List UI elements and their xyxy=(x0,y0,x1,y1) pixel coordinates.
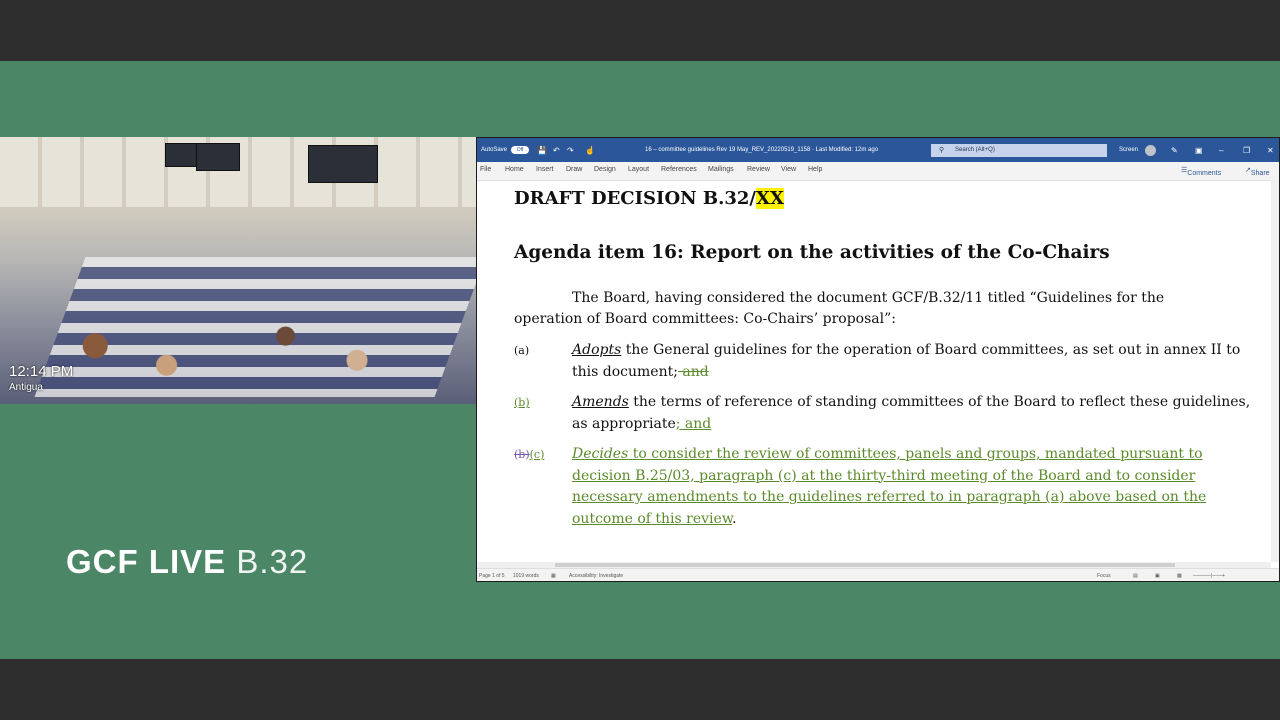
comments-label: Comments xyxy=(1187,170,1222,177)
letterbox-bottom xyxy=(0,659,1280,720)
search-box[interactable]: ⚲ Search (Alt+Q) xyxy=(931,144,1107,157)
item-c-number-deleted: (b) xyxy=(514,448,530,461)
monitor-screen xyxy=(165,143,197,167)
monitor-screen xyxy=(308,145,378,183)
camera-time: 12:14 PM xyxy=(9,363,74,380)
item-a-text: Adopts the General guidelines for the op… xyxy=(572,340,1252,383)
item-a-number: (a) xyxy=(514,344,530,357)
document-title[interactable]: 16 – committee guidelines Rev 19 May_REV… xyxy=(645,147,878,153)
camera-location: Antigua xyxy=(9,382,43,393)
draft-decision-heading: DRAFT DECISION B.32/XX xyxy=(514,188,784,209)
tab-help[interactable]: Help xyxy=(808,166,822,173)
document-body[interactable]: DRAFT DECISION B.32/XX Agenda item 16: R… xyxy=(477,180,1271,560)
tab-home[interactable]: Home xyxy=(505,166,524,173)
share-label: Share xyxy=(1250,170,1270,177)
item-b-body: the terms of reference of standing commi… xyxy=(572,394,1251,432)
title-bar: AutoSave Off 💾 ↶ ↷ ☝ 16 – committee guid… xyxy=(477,138,1279,162)
horizontal-scroll-thumb[interactable] xyxy=(555,563,1175,567)
autosave-label: AutoSave xyxy=(481,147,508,153)
tab-view[interactable]: View xyxy=(781,166,796,173)
item-a-body: the General guidelines for the operation… xyxy=(572,342,1241,380)
item-c-number-inserted: (c) xyxy=(529,448,545,461)
tab-design[interactable]: Design xyxy=(594,166,616,173)
page-count[interactable]: Page 1 of 5 xyxy=(479,573,505,579)
letterbox-top xyxy=(0,0,1280,61)
item-b-verb: Amends xyxy=(572,394,629,410)
ribbon-tabs: File Home Insert Draw Design Layout Refe… xyxy=(477,162,1279,181)
zoom-slider[interactable]: –———|——+ xyxy=(1193,573,1225,579)
tab-review[interactable]: Review xyxy=(747,166,770,173)
tab-references[interactable]: References xyxy=(661,166,697,173)
monitor-screen xyxy=(196,143,240,171)
save-icon[interactable]: 💾 xyxy=(537,146,547,155)
participants xyxy=(0,307,476,404)
brand-bold: GCF LIVE xyxy=(66,543,237,580)
item-c-verb: Decides xyxy=(572,446,629,462)
touch-mode-icon[interactable]: ☝ xyxy=(585,146,595,155)
item-a-deleted: and xyxy=(677,363,709,380)
agenda-heading: Agenda item 16: Report on the activities… xyxy=(514,242,1110,263)
tab-file[interactable]: File xyxy=(480,166,491,173)
intro-line-1: The Board, having considered the documen… xyxy=(572,290,1165,306)
search-placeholder: Search (Alt+Q) xyxy=(955,147,995,153)
heading-prefix: DRAFT DECISION B.32/ xyxy=(514,188,756,209)
undo-icon[interactable]: ↶ xyxy=(553,146,560,155)
item-b-inserted: ; and xyxy=(675,415,712,432)
comments-button[interactable]: ☰ Comments xyxy=(1181,166,1221,177)
intro-line-2: operation of Board committees: Co-Chairs… xyxy=(514,311,896,327)
brand-session: B.32 xyxy=(236,543,309,580)
item-c-number: (b)(c) xyxy=(514,448,544,461)
print-layout-icon[interactable]: ▣ xyxy=(1155,573,1160,579)
item-c-end: . xyxy=(732,510,737,527)
item-b-text: Amends the terms of reference of standin… xyxy=(572,392,1252,435)
web-layout-icon[interactable]: ▩ xyxy=(1177,573,1182,579)
item-c-text: Decides to consider the review of commit… xyxy=(572,444,1252,530)
read-mode-icon[interactable]: ▤ xyxy=(1133,573,1138,579)
account-name[interactable]: Screen xyxy=(1119,147,1138,153)
minimize-icon[interactable]: – xyxy=(1219,146,1223,155)
item-b-number: (b) xyxy=(514,396,530,409)
gcf-live-logo: GCF LIVE B.32 xyxy=(66,543,308,581)
avatar[interactable] xyxy=(1145,145,1156,156)
vertical-scrollbar[interactable] xyxy=(1271,180,1279,562)
restore-icon[interactable]: ❐ xyxy=(1243,146,1250,155)
tab-draw[interactable]: Draw xyxy=(566,166,582,173)
pen-icon[interactable]: ✎ xyxy=(1171,146,1178,155)
proofing-icon[interactable]: ▦ xyxy=(551,573,556,579)
share-button[interactable]: ↗ Share xyxy=(1245,166,1270,177)
search-icon: ⚲ xyxy=(939,147,945,154)
status-bar: Page 1 of 5 1019 words ▦ Accessibility: … xyxy=(477,568,1279,581)
tab-mailings[interactable]: Mailings xyxy=(708,166,734,173)
autosave-toggle[interactable]: Off xyxy=(511,146,529,154)
word-count[interactable]: 1019 words xyxy=(513,573,539,579)
redo-icon[interactable]: ↷ xyxy=(567,146,574,155)
heading-placeholder: XX xyxy=(755,188,784,209)
tab-layout[interactable]: Layout xyxy=(628,166,649,173)
accessibility-status[interactable]: Accessibility: Investigate xyxy=(569,573,623,579)
ribbon-display-icon[interactable]: ▣ xyxy=(1195,146,1203,155)
item-a-verb: Adopts xyxy=(572,342,622,358)
tab-insert[interactable]: Insert xyxy=(536,166,554,173)
close-icon[interactable]: ✕ xyxy=(1267,146,1274,155)
item-c-body: to consider the review of committees, pa… xyxy=(572,446,1207,527)
focus-button[interactable]: Focus xyxy=(1097,573,1111,579)
word-window: AutoSave Off 💾 ↶ ↷ ☝ 16 – committee guid… xyxy=(476,137,1280,582)
